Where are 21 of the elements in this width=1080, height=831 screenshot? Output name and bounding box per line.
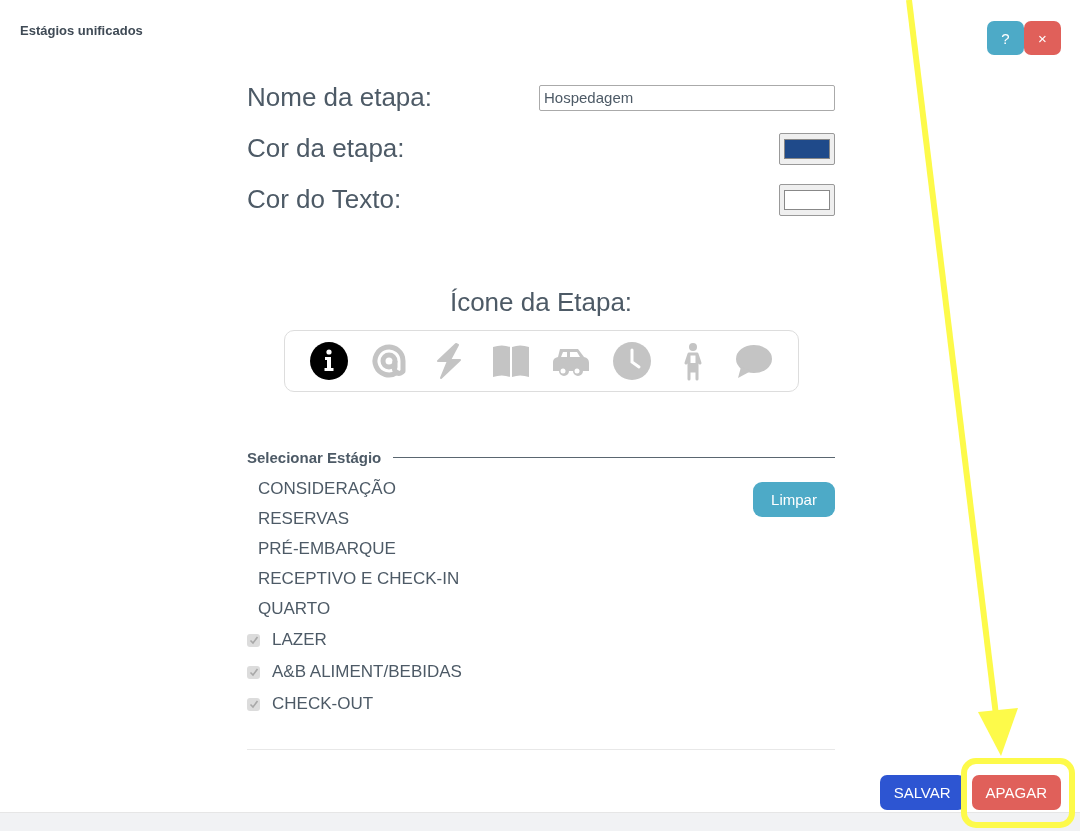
field-label: Cor da etapa: xyxy=(247,133,405,164)
color-picker[interactable] xyxy=(779,183,835,216)
stage-item[interactable]: RECEPTIVO E CHECK-IN xyxy=(247,569,460,589)
clock-icon[interactable] xyxy=(611,341,652,381)
close-button[interactable]: × xyxy=(1024,21,1061,55)
field-label: Cor do Texto: xyxy=(247,184,402,215)
section-title: Ícone da Etapa: xyxy=(448,287,634,318)
field-label: Nome da etapa: xyxy=(247,82,432,113)
stage-label: A&B ALIMENT/BEBIDAS xyxy=(272,662,462,682)
stage-label: LAZER xyxy=(272,630,327,650)
section-title: Selecionar Estágio xyxy=(247,449,382,466)
stage-item[interactable]: CONSIDERAÇÃO xyxy=(247,479,396,499)
info-icon[interactable] xyxy=(308,341,349,381)
name-field[interactable]: Hospedagem xyxy=(539,84,835,111)
dialog-title: Estágios unificados xyxy=(20,23,143,38)
stage-item[interactable]: PRÉ-EMBARQUE xyxy=(247,539,396,559)
delete-button[interactable]: APAGAR xyxy=(971,775,1061,810)
stage-label: CHECK-OUT xyxy=(272,694,374,714)
stage-item[interactable]: QUARTO xyxy=(247,599,331,619)
stage-item[interactable]: RESERVAS xyxy=(247,509,350,529)
color-picker[interactable] xyxy=(779,132,835,165)
